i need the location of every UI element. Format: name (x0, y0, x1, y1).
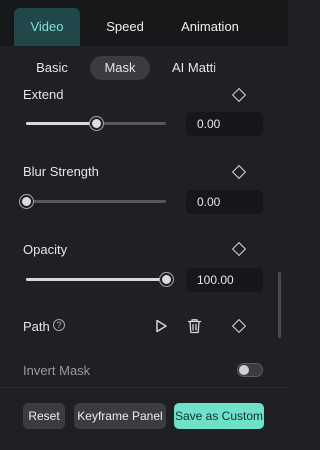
blur-slider-track[interactable] (26, 200, 166, 203)
toggle-knob (239, 365, 249, 375)
opacity-value-field[interactable]: 100.00 (186, 268, 263, 292)
blur-strength-label: Blur Strength (23, 164, 99, 179)
opacity-slider-thumb[interactable] (160, 273, 173, 286)
opacity-label: Opacity (23, 242, 68, 257)
extend-slider-fill (26, 122, 96, 125)
extend-keyframe-icon[interactable] (231, 87, 247, 103)
sub-tab-bar: Basic Mask AI Matti (0, 46, 288, 88)
invert-mask-toggle[interactable] (237, 363, 263, 377)
path-label: Path (23, 319, 50, 334)
tab-speed[interactable]: Speed (92, 8, 158, 46)
save-as-custom-button[interactable]: Save as Custom (174, 403, 264, 429)
path-keyframe-icon[interactable] (231, 318, 247, 334)
reset-button[interactable]: Reset (23, 403, 65, 429)
help-icon[interactable]: ? (53, 319, 65, 331)
subtab-basic[interactable]: Basic (24, 56, 80, 80)
main-tab-bar: Video Speed Animation (0, 0, 288, 46)
scrollbar-thumb[interactable] (278, 272, 281, 338)
opacity-slider-track[interactable] (26, 278, 166, 281)
blur-slider-thumb[interactable] (20, 195, 33, 208)
extend-label: Extend (23, 87, 64, 102)
subtab-mask[interactable]: Mask (90, 56, 150, 80)
invert-mask-label: Invert Mask (23, 363, 91, 378)
extend-value-field[interactable]: 0.00 (186, 112, 263, 136)
blur-value-field[interactable]: 0.00 (186, 190, 263, 214)
properties-panel: Video Speed Animation Basic Mask AI Matt… (0, 0, 288, 450)
opacity-slider-fill (26, 278, 166, 281)
subtab-ai-matting[interactable]: AI Matti (166, 56, 234, 80)
trash-icon[interactable] (187, 318, 202, 334)
opacity-keyframe-icon[interactable] (231, 241, 247, 257)
play-icon[interactable] (154, 319, 168, 333)
blur-keyframe-icon[interactable] (231, 164, 247, 180)
tab-video[interactable]: Video (14, 8, 80, 46)
tab-animation[interactable]: Animation (170, 8, 250, 46)
extend-slider-thumb[interactable] (90, 117, 103, 130)
keyframe-panel-button[interactable]: Keyframe Panel (74, 403, 166, 429)
